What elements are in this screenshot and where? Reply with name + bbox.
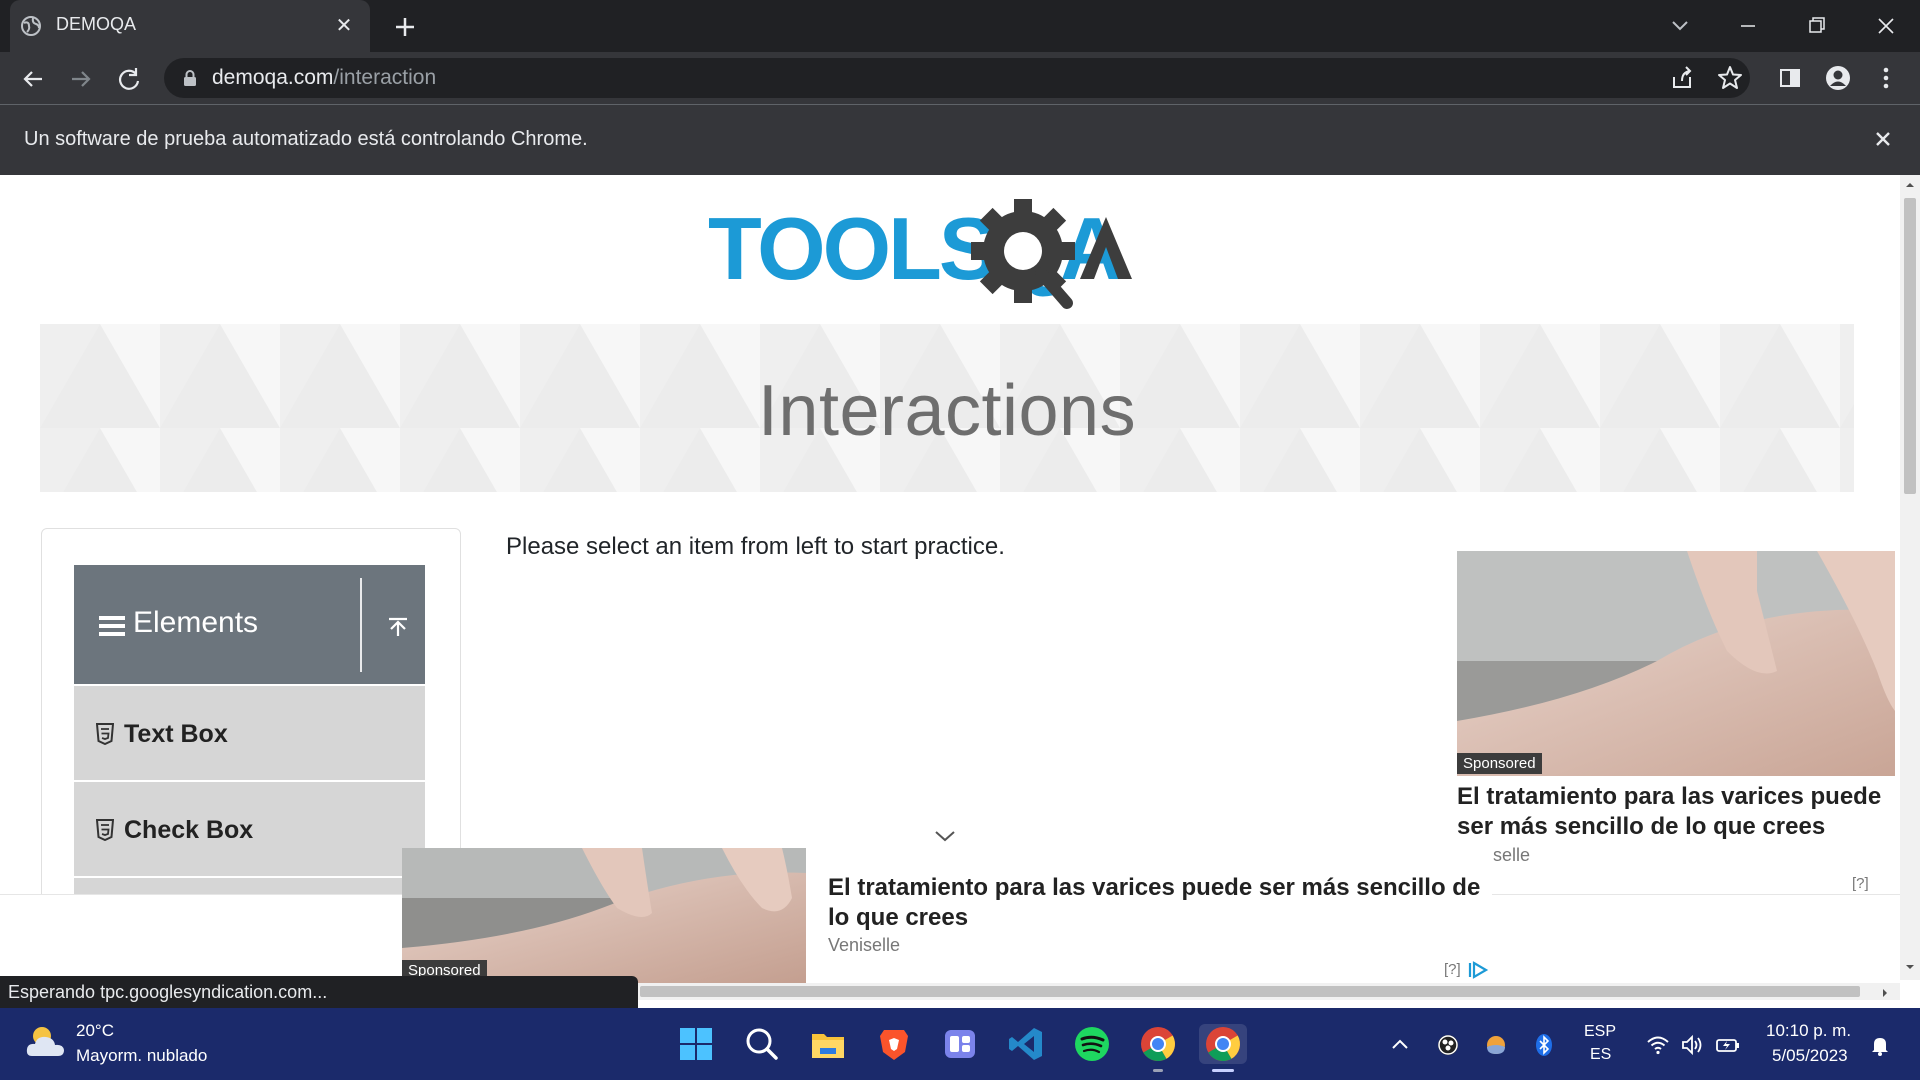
tab-title: DEMOQA [56, 14, 137, 34]
menu-item-label: Check Box [124, 816, 254, 844]
menu-group-title: Elements [133, 606, 259, 639]
chrome-active-icon[interactable] [1199, 1024, 1247, 1064]
close-icon[interactable] [1870, 126, 1896, 152]
bluetooth-icon[interactable] [1532, 1033, 1556, 1057]
status-text: Esperando tpc.googlesyndication.com... [8, 982, 328, 1002]
html5-icon [96, 819, 114, 841]
ad-image[interactable] [1457, 551, 1895, 776]
more-menu-icon[interactable] [1870, 62, 1902, 94]
adchoices-icon[interactable] [1468, 960, 1490, 980]
scrollbar-thumb[interactable] [640, 986, 1860, 997]
obs-icon[interactable] [1436, 1033, 1460, 1057]
scroll-down-icon[interactable] [1904, 962, 1916, 972]
close-tab-icon[interactable]: ✕ [332, 14, 356, 38]
weather-cloud-icon[interactable] [24, 1022, 68, 1062]
chrome-icon[interactable] [1138, 1024, 1178, 1064]
ad-headline[interactable]: El tratamiento para las varices puede se… [1457, 782, 1897, 842]
url-path: /interaction [333, 66, 437, 89]
page-title: Interactions [757, 371, 1137, 451]
new-tab-icon[interactable] [390, 12, 420, 42]
volume-icon[interactable] [1680, 1033, 1704, 1057]
divider [360, 578, 362, 672]
language-indicator[interactable]: ESP [1584, 1023, 1616, 1041]
app-running-indicator [1153, 1069, 1163, 1072]
sponsored-badge: Sponsored [1457, 753, 1542, 774]
chevron-down-icon[interactable] [930, 826, 960, 846]
wifi-icon[interactable] [1646, 1033, 1670, 1057]
scrollbar-thumb[interactable] [1904, 198, 1916, 494]
ad-brand[interactable]: Veniselle [828, 935, 900, 956]
back-arrow-icon[interactable] [16, 62, 50, 96]
reload-icon[interactable] [112, 62, 146, 96]
tab-search-chevron-icon[interactable] [1660, 10, 1700, 42]
forward-arrow-icon[interactable] [64, 62, 98, 96]
gear-magnifier-icon [971, 199, 1075, 309]
ad-headline[interactable]: El tratamiento para las varices puede se… [828, 873, 1488, 933]
collapse-arrow-icon[interactable] [384, 614, 412, 642]
keyboard-layout[interactable]: ES [1590, 1046, 1611, 1064]
url-text[interactable]: demoqa.com/interaction [212, 66, 436, 90]
minimize-icon[interactable] [1728, 10, 1768, 42]
share-icon[interactable] [1666, 62, 1698, 94]
weather-description[interactable]: Mayorm. nublado [76, 1046, 207, 1066]
notification-bell-icon[interactable] [1868, 1033, 1892, 1057]
toolsqa-logo[interactable]: TOOLSQA [708, 195, 1198, 310]
ad-info-link[interactable]: [?] [1444, 961, 1461, 978]
weather-tray-icon[interactable] [1484, 1033, 1508, 1057]
infobar-message: Un software de prueba automatizado está … [24, 128, 588, 150]
restore-icon[interactable] [1796, 10, 1836, 42]
file-explorer-icon[interactable] [808, 1024, 848, 1064]
close-window-icon[interactable] [1866, 10, 1906, 42]
chevron-up-icon[interactable] [1388, 1033, 1412, 1057]
brave-browser-icon[interactable] [874, 1024, 914, 1064]
profile-icon[interactable] [1822, 62, 1854, 94]
clock-date[interactable]: 5/05/2023 [1772, 1046, 1848, 1066]
bookmark-star-icon[interactable] [1714, 62, 1746, 94]
html5-icon [96, 723, 114, 745]
ad-brand[interactable]: selle [1493, 845, 1530, 866]
menu-item-label: Text Box [124, 720, 228, 748]
url-host: demoqa.com [212, 66, 334, 89]
scroll-up-icon[interactable] [1904, 180, 1916, 190]
app-active-indicator [1212, 1069, 1234, 1072]
weather-temperature[interactable]: 20°C [76, 1021, 114, 1041]
search-icon[interactable] [742, 1024, 782, 1064]
clock-time[interactable]: 10:10 p. m. [1766, 1021, 1851, 1041]
teams-app-icon[interactable] [940, 1024, 980, 1064]
hamburger-icon [99, 614, 125, 638]
vscode-icon[interactable] [1006, 1024, 1046, 1064]
practice-instruction: Please select an item from left to start… [506, 533, 1005, 560]
ad-info-link[interactable]: [?] [1852, 875, 1869, 892]
globe-icon [20, 15, 42, 37]
spotify-icon[interactable] [1072, 1024, 1112, 1064]
windows-start-icon[interactable] [676, 1024, 716, 1064]
lock-icon[interactable] [182, 69, 198, 87]
battery-charging-icon[interactable] [1716, 1033, 1740, 1057]
side-panel-icon[interactable] [1774, 62, 1806, 94]
scroll-right-icon[interactable] [1880, 987, 1890, 999]
